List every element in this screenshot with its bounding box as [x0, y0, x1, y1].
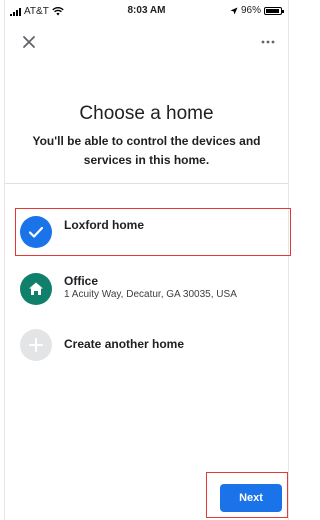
page-subtitle: You'll be able to control the devices an… — [32, 134, 261, 167]
create-home-item[interactable]: Create another home — [16, 325, 274, 365]
close-icon — [23, 36, 35, 48]
create-home-label: Create another home — [64, 337, 185, 351]
plus-icon — [29, 338, 43, 352]
battery-icon — [264, 6, 284, 15]
page-title: Choose a home — [79, 103, 214, 124]
status-right: 96% — [230, 5, 284, 16]
more-options-icon — [261, 40, 275, 44]
status-bar: AT&T 8:03 AM 96% — [0, 0, 293, 22]
home-item-office[interactable]: Office 1 Acuity Way, Decatur, GA 30035, … — [16, 269, 274, 309]
check-icon — [28, 226, 44, 238]
close-button[interactable] — [18, 31, 40, 53]
home-name: Loxford home — [64, 218, 144, 232]
next-button[interactable]: Next — [220, 484, 282, 512]
selected-avatar — [20, 216, 52, 248]
create-avatar — [20, 329, 52, 361]
office-avatar — [20, 273, 52, 305]
battery-percent: 96% — [240, 5, 261, 16]
home-item-loxford[interactable]: Loxford home — [16, 212, 274, 252]
more-options-button[interactable] — [259, 34, 277, 50]
app-frame — [4, 0, 289, 520]
home-address: 1 Acuity Way, Decatur, GA 30035, USA — [64, 289, 237, 300]
location-arrow-icon — [230, 7, 238, 14]
home-name: Office — [64, 274, 99, 288]
home-icon — [29, 282, 43, 295]
divider — [5, 183, 288, 184]
